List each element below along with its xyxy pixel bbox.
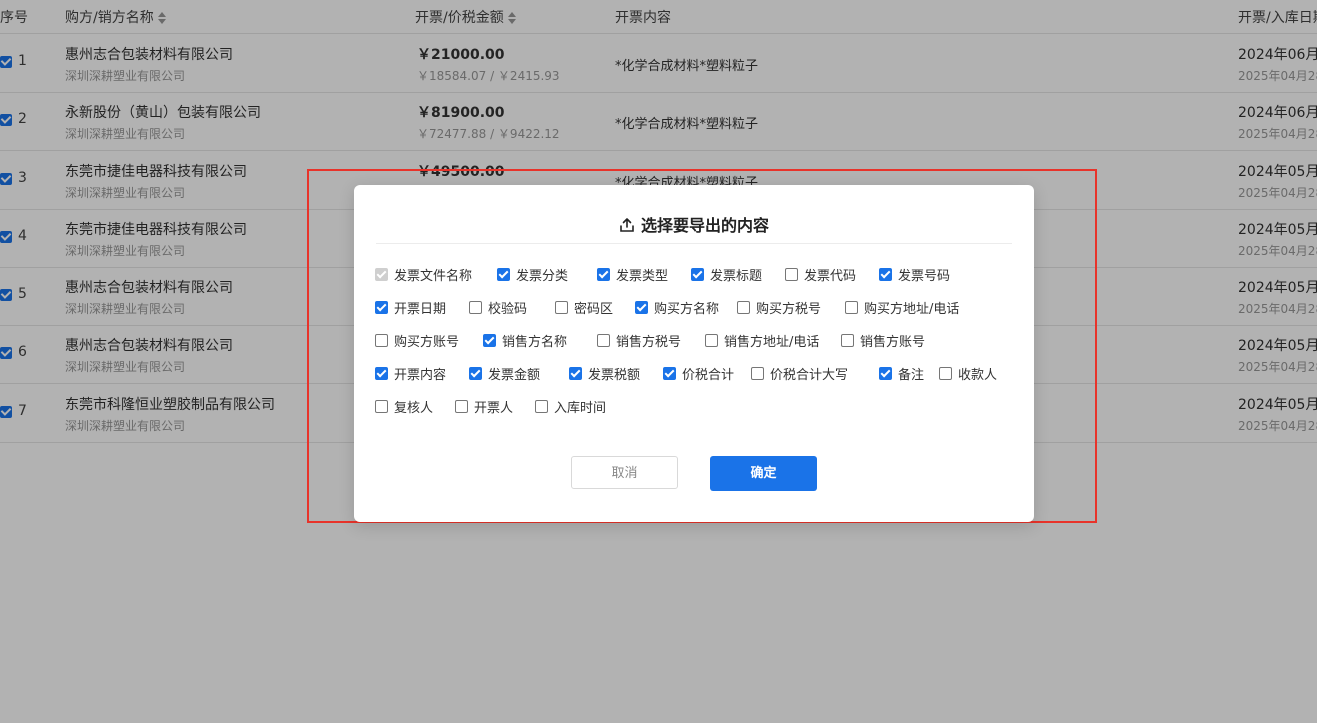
option-checkbox[interactable] bbox=[737, 301, 750, 314]
option-checkbox[interactable] bbox=[663, 367, 676, 380]
export-option[interactable]: 发票金额 bbox=[469, 364, 540, 383]
option-label: 校验码 bbox=[488, 302, 528, 317]
option-label: 销售方账号 bbox=[860, 335, 926, 350]
option-row: 发票文件名称 发票分类 发票类型 发票标题 发票代码 发票号码 bbox=[375, 265, 1015, 298]
export-option[interactable]: 销售方地址/电话 bbox=[705, 331, 819, 350]
export-option[interactable]: 开票人 bbox=[455, 397, 513, 416]
option-label: 开票内容 bbox=[394, 368, 447, 383]
option-checkbox[interactable] bbox=[691, 268, 704, 281]
export-option[interactable]: 开票内容 bbox=[375, 364, 446, 383]
export-option[interactable]: 收款人 bbox=[939, 364, 997, 383]
export-option[interactable]: 校验码 bbox=[469, 298, 527, 317]
option-label: 购买方税号 bbox=[756, 302, 822, 317]
option-checkbox[interactable] bbox=[597, 268, 610, 281]
export-option[interactable]: 开票日期 bbox=[375, 298, 446, 317]
export-option[interactable]: 发票标题 bbox=[691, 265, 762, 284]
export-option[interactable]: 备注 bbox=[879, 364, 924, 383]
option-label: 备注 bbox=[898, 368, 925, 383]
option-checkbox[interactable] bbox=[879, 268, 892, 281]
option-checkbox[interactable] bbox=[785, 268, 798, 281]
option-label: 入库时间 bbox=[554, 401, 607, 416]
export-option[interactable]: 购买方账号 bbox=[375, 331, 459, 350]
option-label: 开票人 bbox=[474, 401, 514, 416]
option-checkbox[interactable] bbox=[497, 268, 510, 281]
dialog-title-text: 选择要导出的内容 bbox=[640, 216, 769, 235]
option-checkbox[interactable] bbox=[375, 301, 388, 314]
option-label: 销售方税号 bbox=[616, 335, 682, 350]
option-label: 购买方地址/电话 bbox=[864, 302, 960, 317]
option-label: 复核人 bbox=[394, 401, 434, 416]
export-option[interactable]: 销售方账号 bbox=[841, 331, 925, 350]
option-checkbox[interactable] bbox=[569, 367, 582, 380]
export-option[interactable]: 发票税额 bbox=[569, 364, 640, 383]
option-row: 开票日期 校验码 密码区 购买方名称 购买方税号 购买方地址/电话 bbox=[375, 298, 1015, 331]
option-label: 发票类型 bbox=[616, 269, 669, 284]
option-label: 销售方名称 bbox=[502, 335, 568, 350]
option-checkbox[interactable] bbox=[751, 367, 764, 380]
option-checkbox[interactable] bbox=[375, 367, 388, 380]
option-label: 购买方名称 bbox=[654, 302, 720, 317]
export-dialog: 选择要导出的内容 发票文件名称 发票分类 发票类型 发票标题 发票代码 发票号码开票日期 校… bbox=[354, 185, 1034, 522]
option-checkbox[interactable] bbox=[705, 334, 718, 347]
option-checkbox[interactable] bbox=[535, 400, 548, 413]
export-option[interactable]: 购买方税号 bbox=[737, 298, 821, 317]
option-label: 收款人 bbox=[958, 368, 998, 383]
option-label: 发票标题 bbox=[710, 269, 763, 284]
export-option[interactable]: 发票代码 bbox=[785, 265, 856, 284]
option-label: 开票日期 bbox=[394, 302, 447, 317]
export-option[interactable]: 销售方名称 bbox=[483, 331, 567, 350]
export-option[interactable]: 价税合计大写 bbox=[751, 364, 848, 383]
option-checkbox[interactable] bbox=[939, 367, 952, 380]
option-row: 复核人 开票人 入库时间 bbox=[375, 397, 1015, 430]
option-checkbox bbox=[375, 268, 388, 281]
export-option[interactable]: 入库时间 bbox=[535, 397, 606, 416]
option-label: 发票文件名称 bbox=[394, 269, 473, 284]
export-option[interactable]: 复核人 bbox=[375, 397, 433, 416]
option-label: 发票分类 bbox=[516, 269, 569, 284]
option-label: 销售方地址/电话 bbox=[724, 335, 820, 350]
option-checkbox[interactable] bbox=[555, 301, 568, 314]
option-row: 开票内容 发票金额 发票税额 价税合计 价税合计大写 备注 收款人 bbox=[375, 364, 1015, 397]
option-label: 购买方账号 bbox=[394, 335, 460, 350]
option-checkbox[interactable] bbox=[597, 334, 610, 347]
option-label: 发票税额 bbox=[588, 368, 641, 383]
export-option[interactable]: 发票分类 bbox=[497, 265, 568, 284]
option-label: 密码区 bbox=[574, 302, 614, 317]
export-option[interactable]: 购买方名称 bbox=[635, 298, 719, 317]
option-checkbox[interactable] bbox=[845, 301, 858, 314]
option-label: 价税合计大写 bbox=[770, 368, 849, 383]
option-checkbox[interactable] bbox=[375, 400, 388, 413]
option-label: 发票号码 bbox=[898, 269, 951, 284]
export-option[interactable]: 销售方税号 bbox=[597, 331, 681, 350]
export-options: 发票文件名称 发票分类 发票类型 发票标题 发票代码 发票号码开票日期 校验码 密码区 购买方名… bbox=[375, 265, 1015, 430]
export-option[interactable]: 发票类型 bbox=[597, 265, 668, 284]
option-checkbox[interactable] bbox=[455, 400, 468, 413]
option-checkbox[interactable] bbox=[635, 301, 648, 314]
upload-icon bbox=[620, 218, 634, 232]
dialog-title: 选择要导出的内容 bbox=[354, 212, 1034, 236]
option-row: 购买方账号 销售方名称 销售方税号 销售方地址/电话 销售方账号 bbox=[375, 331, 1015, 364]
option-checkbox[interactable] bbox=[879, 367, 892, 380]
dialog-divider bbox=[376, 243, 1012, 244]
confirm-button[interactable]: 确定 bbox=[710, 456, 817, 491]
option-label: 发票金额 bbox=[488, 368, 541, 383]
cancel-button[interactable]: 取消 bbox=[571, 456, 678, 489]
option-label: 发票代码 bbox=[804, 269, 857, 284]
option-checkbox[interactable] bbox=[375, 334, 388, 347]
option-checkbox[interactable] bbox=[841, 334, 854, 347]
option-checkbox[interactable] bbox=[469, 301, 482, 314]
export-option[interactable]: 发票号码 bbox=[879, 265, 950, 284]
option-checkbox[interactable] bbox=[469, 367, 482, 380]
export-option[interactable]: 密码区 bbox=[555, 298, 613, 317]
export-option: 发票文件名称 bbox=[375, 265, 472, 284]
option-label: 价税合计 bbox=[682, 368, 735, 383]
option-checkbox[interactable] bbox=[483, 334, 496, 347]
export-option[interactable]: 价税合计 bbox=[663, 364, 734, 383]
export-option[interactable]: 购买方地址/电话 bbox=[845, 298, 959, 317]
